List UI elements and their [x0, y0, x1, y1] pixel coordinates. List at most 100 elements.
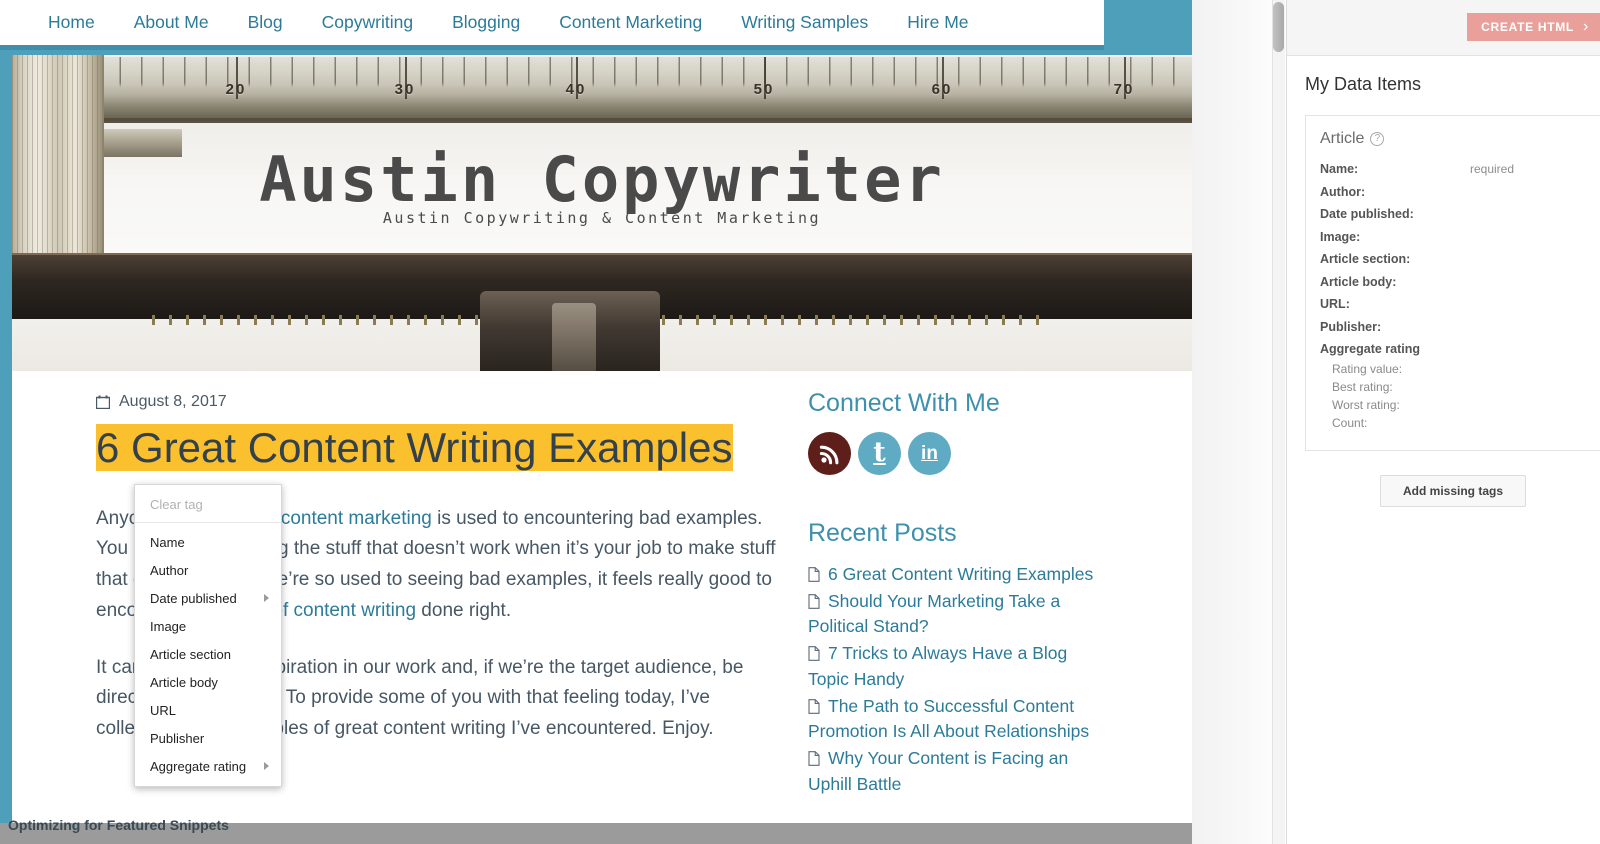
help-icon[interactable]: ?: [1370, 132, 1385, 146]
post-date: August 8, 2017: [95, 393, 776, 411]
page-preview-pane[interactable]: Home About Me Blog Copywriting Blogging …: [0, 0, 1192, 844]
page-scrollbar-track[interactable]: [1272, 0, 1285, 844]
link-content-marketing[interactable]: content marketing: [281, 508, 432, 529]
list-item[interactable]: Should Your Marketing Take a Political S…: [808, 589, 1108, 640]
nav-item-blog[interactable]: Blog: [248, 12, 283, 33]
nav-link-blogging[interactable]: Blogging: [452, 12, 520, 32]
property-key: Name:: [1320, 162, 1359, 176]
calendar-icon: [95, 395, 111, 410]
card-header: Article ?: [1320, 130, 1586, 148]
context-menu-item-article-body[interactable]: Article body: [135, 668, 281, 696]
context-menu-item-date-published[interactable]: Date published: [135, 584, 281, 612]
post-title-wrapper[interactable]: 6 Great Content Writing Examples: [96, 418, 776, 478]
chevron-right-icon: ›: [1582, 18, 1589, 35]
banner-title: Austin Copywriter: [259, 143, 945, 216]
recent-posts-list: 6 Great Content Writing Examples Should …: [808, 562, 1108, 797]
twitter-icon[interactable]: t: [858, 432, 901, 475]
nav-list: Home About Me Blog Copywriting Blogging …: [0, 0, 1104, 45]
document-icon: [808, 564, 820, 582]
recent-post-link[interactable]: The Path to Successful Content Promotion…: [808, 696, 1089, 742]
post-date-text: August 8, 2017: [119, 393, 227, 410]
nav-link-content-marketing[interactable]: Content Marketing: [559, 12, 702, 32]
nav-item-home[interactable]: Home: [48, 12, 95, 33]
ruler-mark-40: 40: [565, 81, 587, 98]
nav-link-home[interactable]: Home: [48, 12, 95, 32]
tool-panel-body: My Data Items Article ? Name: required A…: [1287, 55, 1600, 844]
recent-post-link[interactable]: Should Your Marketing Take a Political S…: [808, 591, 1060, 637]
context-menu-item-url[interactable]: URL: [135, 696, 281, 724]
sub-property-best-rating[interactable]: Best rating:: [1332, 380, 1586, 394]
context-menu-item-aggregate-rating[interactable]: Aggregate rating: [135, 752, 281, 780]
sub-property-worst-rating[interactable]: Worst rating:: [1332, 398, 1586, 412]
page-scroll-area: Home About Me Blog Copywriting Blogging …: [0, 0, 1192, 844]
context-menu-label: Date published: [150, 590, 237, 606]
add-missing-tags-button[interactable]: Add missing tags: [1379, 475, 1526, 507]
property-group-aggregate-rating: Aggregate rating: [1320, 342, 1421, 356]
property-row-article-body[interactable]: Article body:: [1320, 275, 1586, 289]
property-key: Article section:: [1320, 252, 1411, 266]
property-row-image[interactable]: Image:: [1320, 230, 1586, 244]
property-row-name[interactable]: Name: required: [1320, 162, 1586, 176]
recent-post-link[interactable]: 7 Tricks to Always Have a Blog Topic Han…: [808, 643, 1067, 689]
ruler-mark-70: 70: [1113, 81, 1135, 98]
nav-item-content-marketing[interactable]: Content Marketing: [559, 12, 702, 33]
tag-context-menu[interactable]: Clear tag Name Author Date published Ima…: [134, 484, 282, 787]
post-title[interactable]: 6 Great Content Writing Examples: [96, 424, 733, 471]
panel-title: My Data Items: [1305, 74, 1422, 94]
social-icon-row: t in: [808, 432, 1108, 475]
linkedin-icon[interactable]: in: [908, 432, 951, 475]
sub-property-rating-value[interactable]: Rating value:: [1332, 362, 1586, 376]
recent-post-link[interactable]: 6 Great Content Writing Examples: [828, 564, 1093, 584]
property-key: Image:: [1320, 229, 1361, 244]
card-type-label: Article: [1320, 130, 1365, 147]
create-html-button[interactable]: CREATE HTML ›: [1467, 13, 1600, 41]
property-value: required: [1470, 162, 1515, 176]
nav-link-writing-samples[interactable]: Writing Samples: [741, 12, 868, 32]
nav-link-about[interactable]: About Me: [134, 12, 209, 32]
nav-item-hire-me[interactable]: Hire Me: [907, 12, 968, 33]
context-menu-item-name[interactable]: Name: [135, 528, 281, 556]
ruler-mark-60: 60: [931, 81, 953, 98]
property-row-article-section[interactable]: Article section:: [1320, 252, 1586, 266]
list-item[interactable]: Why Your Content is Facing an Uphill Bat…: [808, 746, 1108, 797]
property-row-publisher[interactable]: Publisher:: [1320, 320, 1586, 334]
property-key: Author:: [1320, 184, 1366, 199]
context-menu-item-author[interactable]: Author: [135, 556, 281, 584]
ruler-graphic: 20 30 40 50 60 70: [12, 57, 1192, 121]
footer-partial-text: Optimizing for Featured Snippets: [8, 817, 229, 833]
ruler-mark-20: 20: [225, 81, 247, 98]
ruler-mark-30: 30: [394, 81, 416, 98]
submenu-arrow-icon: [264, 762, 269, 770]
document-icon: [808, 696, 820, 714]
nav-item-about[interactable]: About Me: [134, 12, 209, 33]
sub-property-count[interactable]: Count:: [1332, 416, 1586, 430]
page-scrollbar-thumb[interactable]: [1273, 2, 1284, 52]
nav-item-copywriting[interactable]: Copywriting: [322, 12, 413, 33]
nav-link-blog[interactable]: Blog: [248, 12, 283, 32]
create-html-label: CREATE HTML: [1481, 20, 1574, 34]
nav-link-hire-me[interactable]: Hire Me: [907, 12, 968, 32]
property-row-date-published[interactable]: Date published:: [1320, 207, 1586, 221]
recent-post-link[interactable]: Why Your Content is Facing an Uphill Bat…: [808, 748, 1068, 794]
nav-item-blogging[interactable]: Blogging: [452, 12, 520, 33]
rss-icon[interactable]: [808, 432, 851, 475]
context-menu-item-image[interactable]: Image: [135, 612, 281, 640]
page-sidebar: Connect With Me t in Recent Posts 6 Grea…: [808, 389, 1108, 798]
list-item[interactable]: 7 Tricks to Always Have a Blog Topic Han…: [808, 641, 1108, 692]
connect-heading: Connect With Me: [808, 389, 1000, 417]
markup-tool-panel: CREATE HTML › My Data Items Article ? Na…: [1286, 0, 1600, 844]
list-item[interactable]: The Path to Successful Content Promotion…: [808, 694, 1108, 745]
site-banner: 20 30 40 50 60 70 Austin Copywriter Aust…: [12, 55, 1192, 371]
tool-topbar: CREATE HTML ›: [1287, 0, 1600, 55]
recent-posts-heading: Recent Posts: [808, 519, 957, 547]
context-menu-clear-tag[interactable]: Clear tag: [135, 491, 281, 523]
nav-link-copywriting[interactable]: Copywriting: [322, 12, 413, 32]
list-item[interactable]: 6 Great Content Writing Examples: [808, 562, 1108, 588]
property-row-url[interactable]: URL:: [1320, 297, 1586, 311]
context-menu-item-publisher[interactable]: Publisher: [135, 724, 281, 752]
ruler-mark-50: 50: [753, 81, 775, 98]
context-menu-item-article-section[interactable]: Article section: [135, 640, 281, 668]
nav-item-writing-samples[interactable]: Writing Samples: [741, 12, 868, 33]
typebar-center: [552, 303, 596, 371]
property-row-author[interactable]: Author:: [1320, 185, 1586, 199]
